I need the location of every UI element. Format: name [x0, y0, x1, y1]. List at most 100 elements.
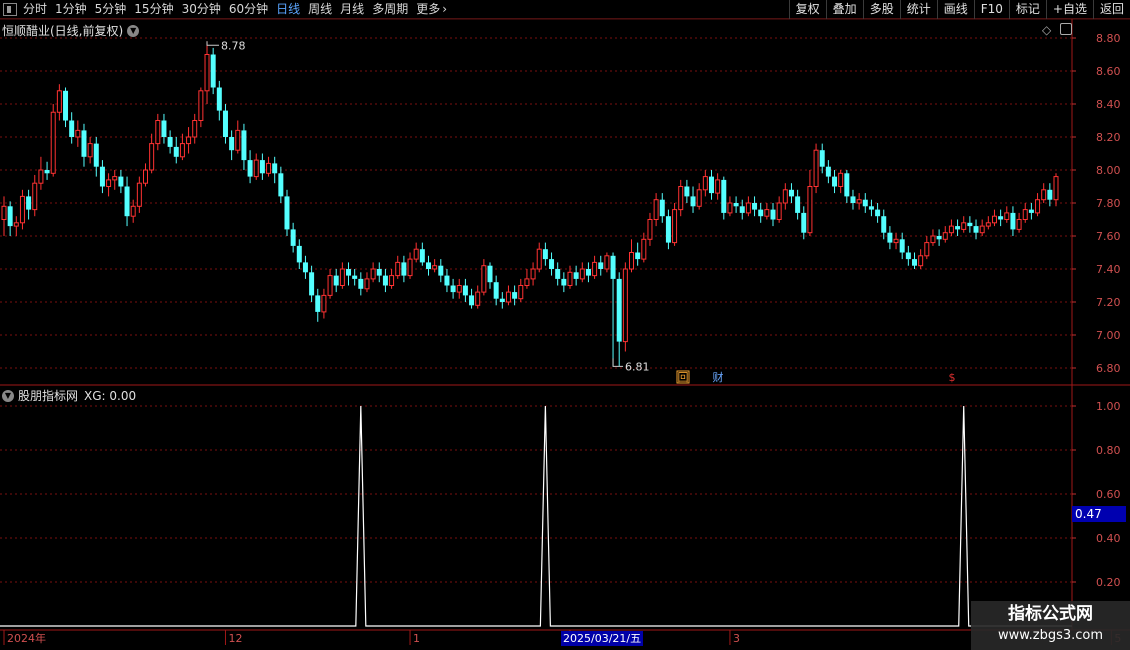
candle-body [862, 199, 868, 207]
candle-body [241, 130, 247, 161]
candle-body [161, 120, 167, 137]
candle-body [32, 182, 38, 211]
candle [1028, 203, 1034, 220]
candle-body [592, 261, 598, 277]
candle-body [555, 269, 561, 279]
candle [819, 143, 825, 174]
toolbar-button[interactable]: 标记 [1008, 0, 1046, 19]
candle [26, 189, 32, 220]
toolbar-button[interactable]: F10 [973, 0, 1009, 19]
candle-body [462, 285, 468, 296]
period-tab[interactable]: 周线 [308, 2, 332, 17]
toolbar-button[interactable]: 返回 [1092, 0, 1130, 19]
candle-body [536, 248, 542, 270]
period-tab[interactable]: 60分钟 [229, 2, 268, 17]
event-marker-label: 财 [713, 370, 724, 384]
event-marker: 回 [676, 370, 690, 384]
candle [247, 150, 253, 184]
price-tick-label: 8.80 [1096, 32, 1121, 45]
candle-body [63, 90, 69, 121]
period-tab[interactable]: 分时 [23, 2, 47, 17]
toolbar-button[interactable]: +自选 [1045, 0, 1093, 19]
candle-body [253, 159, 259, 178]
candle-body [272, 163, 278, 174]
candle [998, 209, 1004, 227]
period-tab[interactable]: 多周期 [372, 2, 408, 17]
candle-body [955, 226, 961, 230]
chevron-down-icon[interactable]: ▼ [127, 24, 140, 37]
candle [955, 219, 961, 236]
candle [727, 196, 733, 217]
period-tab[interactable]: 1分钟 [55, 2, 87, 17]
chevron-right-icon[interactable]: › [442, 2, 447, 17]
price-tick-label: 8.60 [1096, 65, 1121, 78]
candle-body [918, 255, 924, 267]
candle-body [524, 278, 530, 286]
candle [659, 193, 665, 223]
candle-body [573, 272, 579, 279]
period-tab[interactable]: 月线 [340, 2, 364, 17]
toolbar-button[interactable]: 统计 [899, 0, 937, 19]
price-tick-label: 7.00 [1096, 329, 1121, 342]
candle [708, 170, 714, 200]
toolbar-button[interactable]: 多股 [862, 0, 900, 19]
period-tab[interactable]: 30分钟 [182, 2, 221, 17]
candle [733, 196, 739, 213]
price-tick-label: 6.80 [1096, 362, 1121, 375]
candle [161, 113, 167, 144]
toolbar-actions: 复权 叠加 多股 统计 画线 F10 标记 +自选 返回 [788, 0, 1130, 19]
candle [370, 262, 376, 283]
candle [229, 130, 235, 161]
candle-body [585, 269, 591, 276]
candle [309, 265, 315, 302]
candle [352, 269, 358, 286]
layout-toggle-icon[interactable] [1060, 23, 1072, 35]
event-marker-label: $ [949, 371, 956, 384]
candle [32, 174, 38, 217]
candle [813, 143, 819, 194]
price-axis: 8.80 8.60 8.40 8.20 8.00 7.80 7.60 7.40 7.20 7.00… [1072, 32, 1121, 375]
toolbar-button[interactable]: 画线 [936, 0, 974, 19]
candle-body [961, 222, 967, 230]
candle-body [598, 262, 604, 269]
candle [462, 278, 468, 302]
candle [444, 269, 450, 293]
chevron-down-icon[interactable]: ▼ [2, 389, 14, 402]
panel-toggle-icon[interactable] [3, 3, 17, 16]
period-tab[interactable]: 日线 [276, 2, 300, 17]
candle-body [930, 235, 936, 244]
kline-chart[interactable]: 8.80 8.60 8.40 8.20 8.00 7.80 7.60 7.40 7.20 7.00… [0, 0, 1130, 650]
candle-body [493, 282, 499, 299]
period-tab[interactable]: 15分钟 [134, 2, 173, 17]
period-tab[interactable]: 更多 [416, 2, 440, 17]
indicator-tick-label: 0.40 [1096, 532, 1121, 545]
candle [610, 252, 616, 367]
period-tab[interactable]: 5分钟 [95, 2, 127, 17]
candle [1041, 183, 1047, 203]
candle-body [56, 90, 62, 113]
candle [99, 160, 105, 194]
price-tick-label: 8.40 [1096, 98, 1121, 111]
top-toolbar: 分时 1分钟 5分钟 15分钟 30分钟 60分钟 日线 周线 月线 多周期 更多 › 复权 叠加 多股统… [0, 0, 1130, 19]
candle-body [413, 248, 419, 260]
candle [856, 193, 862, 210]
candle-body [1022, 209, 1028, 221]
candle-body [370, 268, 376, 280]
candle [432, 259, 438, 273]
candle-body [715, 179, 721, 194]
low-pointer [612, 358, 624, 367]
candle [696, 183, 702, 210]
price-tick-label: 8.00 [1096, 164, 1121, 177]
candle [893, 232, 899, 250]
toolbar-button[interactable]: 复权 [788, 0, 826, 19]
candle-body [19, 195, 25, 224]
candle-body [672, 209, 678, 244]
candle [948, 219, 954, 236]
candle [118, 170, 124, 194]
candle-body [112, 176, 118, 181]
toolbar-button[interactable]: 叠加 [825, 0, 863, 19]
diamond-icon[interactable]: ◇ [1042, 23, 1051, 37]
candle-body [210, 54, 216, 88]
candle-body [99, 166, 105, 187]
candle [69, 112, 75, 144]
